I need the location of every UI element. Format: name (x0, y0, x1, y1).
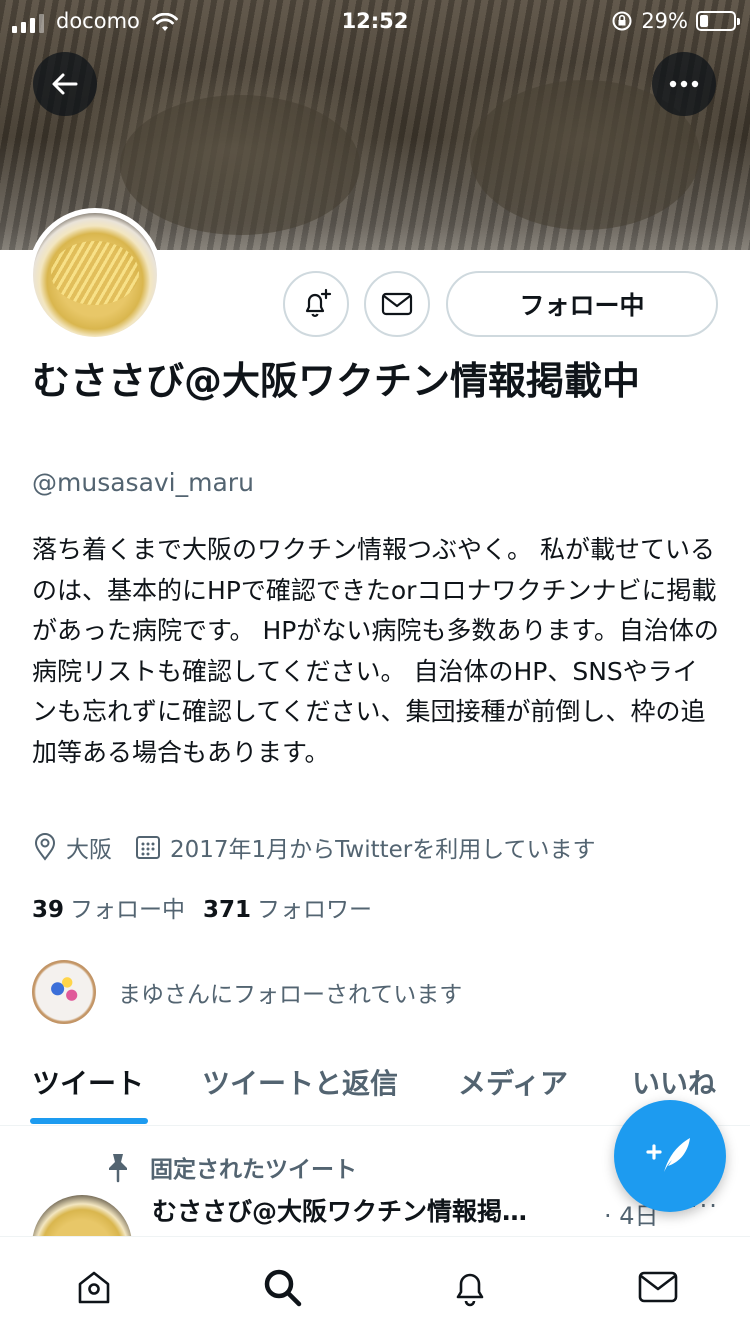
user-handle: @musasavi_maru (32, 468, 254, 497)
pinned-label-text: 固定されたツイート (150, 1157, 357, 1183)
profile-meta: 大阪 2017年1月からTwitterを利用しています (32, 830, 618, 864)
messages-icon (638, 1271, 678, 1303)
location-text: 大阪 (66, 837, 112, 863)
message-button[interactable] (364, 271, 430, 337)
followers-label: フォロワー (257, 897, 373, 923)
envelope-icon (381, 292, 413, 316)
followed-by-text: まゆさんにフォローされています (118, 982, 463, 1008)
battery-percent: 29% (641, 9, 688, 33)
follow-counts: 39 フォロー中 371 フォロワー (32, 890, 372, 924)
orientation-lock-icon (612, 11, 632, 31)
nav-notifications[interactable] (446, 1263, 494, 1311)
profile-bio: 落ち着くまで大阪のワクチン情報つぶやく。 私が載せているのは、基本的にHPで確認… (32, 535, 719, 767)
calendar-icon (136, 836, 160, 859)
bottom-navigation (0, 1236, 750, 1334)
home-icon (78, 1271, 110, 1304)
following-count: 39 (32, 897, 65, 923)
location-item: 大阪 (32, 830, 112, 864)
more-icon (669, 80, 699, 88)
banner-shape (120, 95, 360, 235)
pinned-tweet-label: 固定されたツイート (104, 1150, 357, 1184)
following-link[interactable]: 39 フォロー中 (32, 890, 185, 924)
bell-plus-icon (305, 288, 332, 317)
followers-count: 371 (203, 897, 252, 923)
followers-link[interactable]: 371 フォロワー (203, 890, 372, 924)
nav-messages[interactable] (634, 1263, 682, 1311)
back-button[interactable] (33, 52, 97, 116)
notifications-toggle-button[interactable] (283, 271, 349, 337)
search-icon (264, 1269, 302, 1307)
profile-avatar[interactable] (28, 208, 162, 342)
nav-search[interactable] (258, 1263, 306, 1311)
battery-icon (696, 11, 740, 31)
pin-icon (109, 1154, 127, 1183)
follower-avatar (32, 960, 96, 1024)
following-button[interactable]: フォロー中 (446, 271, 718, 337)
tweet-author-name[interactable]: むささび@大阪ワクチン情報掲… (152, 1192, 672, 1228)
compose-tweet-button[interactable] (614, 1100, 726, 1212)
more-options-button[interactable] (652, 52, 716, 116)
location-pin-icon (34, 833, 56, 861)
tab-likes[interactable]: いいね (632, 1062, 716, 1102)
followed-by-row[interactable]: まゆさんにフォローされています (32, 960, 462, 1024)
back-arrow-icon (52, 73, 78, 95)
tab-tweets-and-replies[interactable]: ツイートと返信 (202, 1062, 398, 1102)
status-right: 29% (611, 9, 740, 33)
joined-item: 2017年1月からTwitterを利用しています (134, 830, 596, 864)
following-label: フォロー中 (70, 897, 186, 923)
nav-home[interactable] (70, 1263, 118, 1311)
avatar-image (33, 213, 157, 337)
active-tab-indicator (30, 1118, 148, 1124)
display-name: むささび@大阪ワクチン情報掲載中 (32, 359, 641, 403)
status-bar: docomo 12:52 29% (0, 0, 750, 42)
notifications-icon (456, 1273, 484, 1307)
compose-tweet-icon (646, 1138, 690, 1172)
tab-media[interactable]: メディア (458, 1062, 568, 1102)
tab-tweets[interactable]: ツイート (32, 1062, 144, 1102)
joined-text: 2017年1月からTwitterを利用しています (170, 837, 596, 863)
